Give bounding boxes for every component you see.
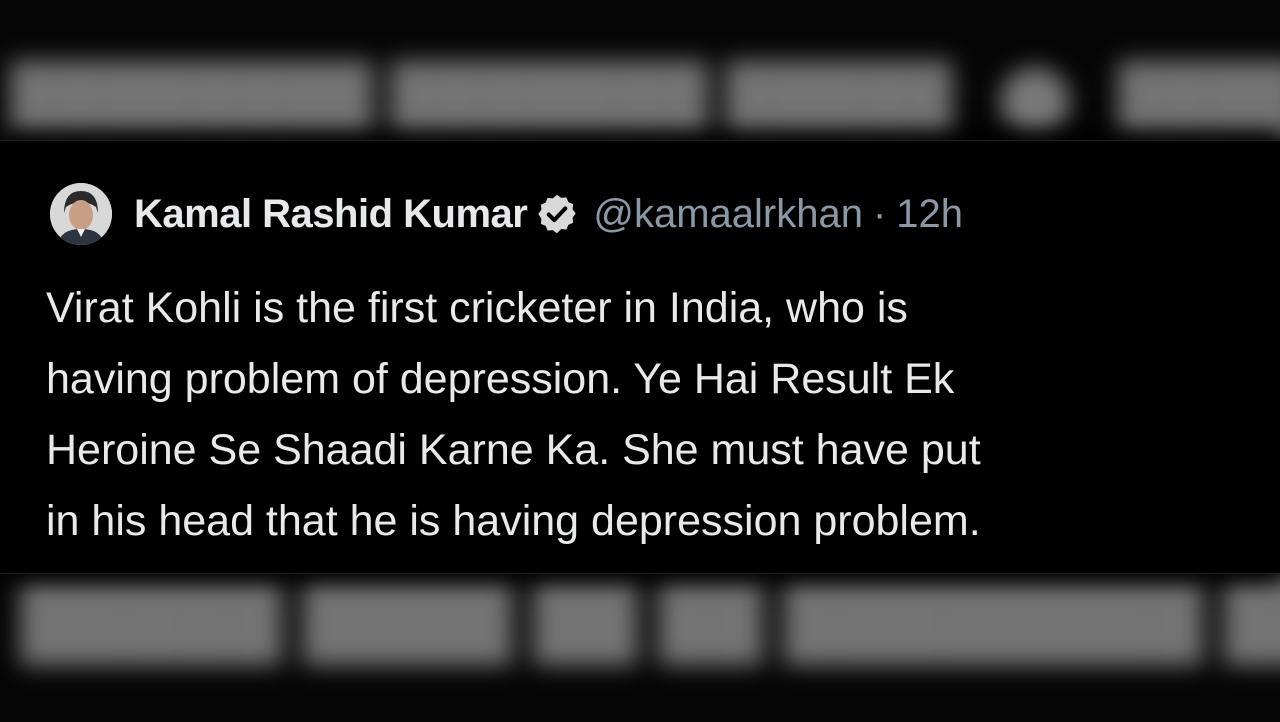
separator-dot: · bbox=[872, 191, 887, 236]
verified-badge-icon bbox=[538, 194, 577, 234]
avatar[interactable] bbox=[50, 183, 112, 245]
tweet-text-line: Virat Kohli is the first cricketer in In… bbox=[46, 284, 908, 332]
timestamp[interactable]: 12h bbox=[896, 192, 963, 237]
tweet-text: Virat Kohli is the first cricketer in In… bbox=[46, 273, 1256, 557]
user-handle[interactable]: @kamaalrkhan bbox=[593, 192, 863, 237]
tweet-text-line: Heroine Se Shaadi Karne Ka. She must hav… bbox=[46, 426, 981, 474]
tweet-header: Kamal Rashid Kumar @kamaalrkhan · 12h bbox=[50, 179, 963, 249]
tweet-card[interactable]: Kamal Rashid Kumar @kamaalrkhan · 12h Vi… bbox=[0, 140, 1280, 574]
display-name[interactable]: Kamal Rashid Kumar bbox=[134, 192, 528, 237]
blurred-background-top: ████████ ███████ █████ ████ ████ bbox=[0, 60, 1280, 138]
tweet-text-line: having problem of depression. Ye Hai Res… bbox=[46, 355, 955, 403]
blurred-background-bottom: █████ ████ ██ ██ ████████ ███████████ bbox=[20, 576, 1280, 659]
tweet-text-line: in his head that he is having depression… bbox=[46, 497, 981, 545]
screenshot-background: ████████ ███████ █████ ████ ████ █ ████ █… bbox=[0, 0, 1280, 722]
